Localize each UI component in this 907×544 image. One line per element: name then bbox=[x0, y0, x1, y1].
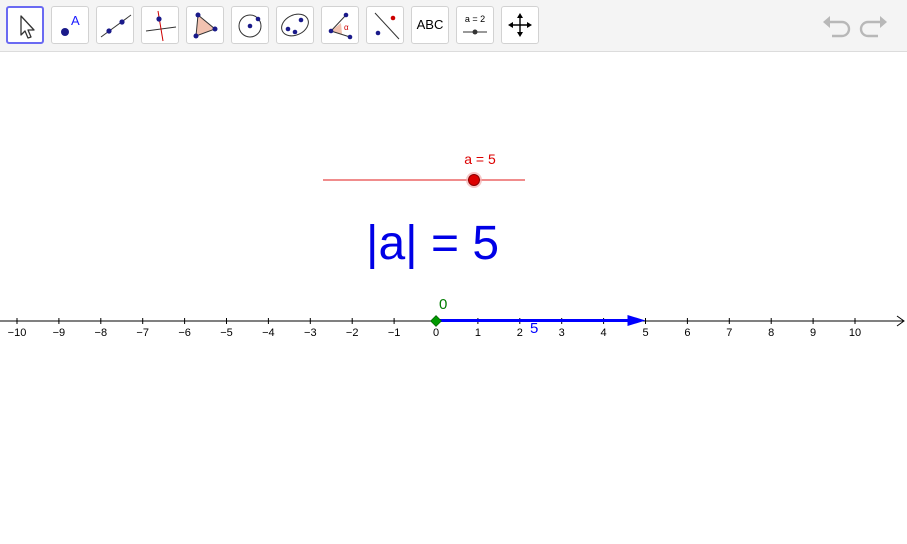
move-tool-button[interactable] bbox=[6, 6, 44, 44]
perpendicular-line-icon bbox=[145, 10, 177, 42]
line-tool-button[interactable] bbox=[96, 6, 134, 44]
axis-tick-label: 3 bbox=[559, 327, 565, 339]
text-tool-label: ABC bbox=[416, 17, 444, 32]
text-tool-button[interactable]: ABC bbox=[411, 6, 449, 44]
axis-tick-label: 5 bbox=[642, 327, 648, 339]
axis-tick-label: −7 bbox=[136, 327, 149, 339]
axis-tick-label: 1 bbox=[475, 327, 481, 339]
slider-tool-button[interactable]: a = 2 bbox=[456, 6, 494, 44]
axis-tick-label: −8 bbox=[95, 327, 108, 339]
axis-tick-label: 9 bbox=[810, 327, 816, 339]
axis-tick-label: −5 bbox=[220, 327, 233, 339]
axis-tick-label: 6 bbox=[684, 327, 690, 339]
polygon-icon bbox=[193, 12, 218, 39]
cursor-arrow-icon bbox=[20, 15, 35, 39]
undo-icon bbox=[823, 16, 851, 38]
line-through-points-icon bbox=[100, 14, 132, 38]
move-graphics-view-tool-button[interactable] bbox=[501, 6, 539, 44]
axis-tick-label: −3 bbox=[304, 327, 317, 339]
absolute-value-text[interactable]: |a| = 5 bbox=[366, 216, 499, 271]
point-label-glyph: A bbox=[71, 13, 80, 28]
graphics-svg: −10 −9 −8 −7 −6 −5 −4 −3 −2 −1 0 1 2 3 4 5 6 7 8 9 10 bbox=[0, 172, 905, 339]
angle-icon: α bbox=[328, 12, 353, 40]
origin-point-label: 0 bbox=[439, 296, 448, 313]
reflect-tool-button[interactable] bbox=[366, 6, 404, 44]
undo-button[interactable] bbox=[820, 10, 854, 42]
circle-tool-button[interactable] bbox=[231, 6, 269, 44]
slider-label[interactable]: a = 5 bbox=[448, 151, 512, 167]
redo-icon bbox=[859, 16, 887, 38]
axis-tick-label: 8 bbox=[768, 327, 774, 339]
origin-point[interactable] bbox=[430, 315, 442, 327]
polygon-tool-button[interactable] bbox=[186, 6, 224, 44]
axis-tick-label: 4 bbox=[601, 327, 607, 339]
toolbar: A α ABC a = 2 bbox=[0, 0, 907, 52]
slider-icon: a = 2 bbox=[463, 14, 487, 35]
axis-tick-label: 2 bbox=[517, 327, 523, 339]
circle-center-point-icon bbox=[238, 14, 262, 38]
slider-tool-label: a = 2 bbox=[465, 14, 485, 24]
perpendicular-line-tool-button[interactable] bbox=[141, 6, 179, 44]
point-tool-button[interactable]: A bbox=[51, 6, 89, 44]
vector-label: 5 bbox=[530, 320, 539, 337]
angle-alpha-glyph: α bbox=[344, 23, 349, 32]
slider-knob[interactable] bbox=[468, 174, 480, 186]
reflect-about-line-icon bbox=[374, 12, 400, 40]
conic-tool-button[interactable] bbox=[276, 6, 314, 44]
move-arrows-icon bbox=[508, 13, 532, 37]
axis-tick-label: −2 bbox=[346, 327, 359, 339]
ellipse-icon bbox=[281, 13, 309, 37]
vector-arrowhead bbox=[627, 315, 646, 326]
axis-tick-label: −10 bbox=[8, 327, 27, 339]
graphics-view[interactable]: −10 −9 −8 −7 −6 −5 −4 −3 −2 −1 0 1 2 3 4 5 6 7 8 9 10 a = 5 … bbox=[0, 53, 907, 544]
redo-button[interactable] bbox=[856, 10, 890, 42]
axis-tick-label: 10 bbox=[849, 327, 861, 339]
axis-tick-label: −6 bbox=[178, 327, 191, 339]
angle-tool-button[interactable]: α bbox=[321, 6, 359, 44]
axis-tick-label: −9 bbox=[53, 327, 66, 339]
axis-tick-label: −1 bbox=[388, 327, 401, 339]
axis-tick-label: 0 bbox=[433, 327, 439, 339]
axis-tick-label: −4 bbox=[262, 327, 275, 339]
axis-tick-label: 7 bbox=[726, 327, 732, 339]
point-icon: A bbox=[61, 13, 80, 36]
